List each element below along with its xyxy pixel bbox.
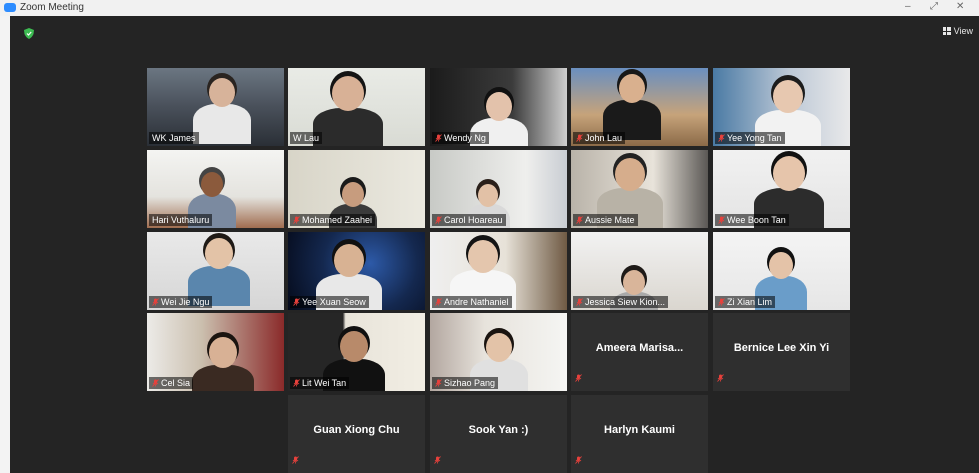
minimize-icon[interactable]: – (905, 1, 911, 12)
participant-name-tag: John Lau (573, 132, 626, 144)
participant-name: John Lau (585, 133, 623, 143)
participant-tile[interactable]: Cel Sia (147, 313, 284, 391)
participant-name: Cel Sia (161, 378, 191, 388)
participant-tile[interactable]: Lit Wei Tan (288, 313, 425, 391)
security-shield-icon[interactable] (24, 28, 34, 39)
participant-mic-status (575, 451, 582, 469)
title-bar: Zoom Meeting – ⤢ ✕ (0, 0, 979, 16)
mic-muted-icon (292, 456, 299, 464)
participant-tile[interactable]: Wee Boon Tan (713, 150, 850, 228)
participant-tile[interactable]: Wendy Ng (430, 68, 567, 146)
participant-name-tag: Zi Xian Lim (715, 296, 776, 308)
participant-tile[interactable]: Guan Xiong Chu (288, 395, 425, 473)
mic-muted-icon (435, 216, 442, 224)
mic-muted-icon (293, 216, 300, 224)
view-button[interactable]: View (942, 26, 973, 36)
mic-muted-icon (576, 134, 583, 142)
participant-name: Harlyn Kaumi (604, 424, 675, 436)
participant-name-tag: Aussie Mate (573, 214, 638, 226)
participant-name: Sizhao Pang (444, 378, 496, 388)
view-label: View (953, 26, 973, 36)
participant-name-tag: W Lau (290, 132, 323, 144)
mic-muted-icon (717, 374, 724, 382)
participant-tile[interactable]: Wei Jie Ngu (147, 232, 284, 310)
mic-muted-icon (718, 134, 725, 142)
mic-muted-icon (718, 298, 725, 306)
mic-muted-icon (718, 216, 725, 224)
participant-tile[interactable]: Mohamed Zaahei (288, 150, 425, 228)
participant-mic-status (575, 369, 582, 387)
participant-name: Guan Xiong Chu (313, 424, 400, 436)
participant-name: W Lau (293, 133, 320, 143)
participant-tile[interactable]: Bernice Lee Xin Yi (713, 313, 850, 391)
participant-name: Aussie Mate (585, 215, 635, 225)
participant-name: Mohamed Zaahei (302, 215, 373, 225)
participant-name: Hari Vuthaluru (152, 215, 210, 225)
zoom-app-icon (4, 3, 16, 12)
participant-name: Andre Nathaniel (444, 297, 509, 307)
participant-tile[interactable]: Hari Vuthaluru (147, 150, 284, 228)
participant-tile[interactable]: Yee Yong Tan (713, 68, 850, 146)
participant-name: Sook Yan :) (468, 424, 529, 436)
participant-name: Ameera Marisa... (595, 342, 684, 354)
participant-name: Yee Xuan Seow (302, 297, 366, 307)
participant-name: Wendy Ng (444, 133, 486, 143)
participant-name-tag: Carol Hoareau (432, 214, 506, 226)
mic-muted-icon (152, 379, 159, 387)
mic-muted-icon (435, 379, 442, 387)
mic-muted-icon (576, 216, 583, 224)
participant-name-tag: Yee Xuan Seow (290, 296, 369, 308)
participant-tile[interactable]: Zi Xian Lim (713, 232, 850, 310)
participant-mic-status (717, 369, 724, 387)
participant-tile[interactable]: Aussie Mate (571, 150, 708, 228)
participant-name-tag: Sizhao Pang (432, 377, 499, 389)
mic-muted-icon (575, 374, 582, 382)
participant-tile[interactable]: Harlyn Kaumi (571, 395, 708, 473)
participant-name-tag: Wei Jie Ngu (149, 296, 213, 308)
participant-tile[interactable]: Yee Xuan Seow (288, 232, 425, 310)
participant-mic-status (434, 451, 441, 469)
participant-name-tag: Mohamed Zaahei (290, 214, 376, 226)
participant-name-tag: WK James (149, 132, 199, 144)
participant-name: Wee Boon Tan (727, 215, 786, 225)
participant-tile[interactable]: Carol Hoareau (430, 150, 567, 228)
close-icon[interactable]: ✕ (956, 1, 964, 12)
participant-tile[interactable]: Andre Nathaniel (430, 232, 567, 310)
participant-name-tag: Wee Boon Tan (715, 214, 789, 226)
participant-name-tag: Hari Vuthaluru (149, 214, 213, 226)
participant-tile[interactable]: WK James (147, 68, 284, 146)
maximize-icon[interactable]: ⤢ (930, 1, 938, 12)
participant-name-tag: Yee Yong Tan (715, 132, 785, 144)
participant-name: Jessica Siew Kion... (585, 297, 666, 307)
grid-icon (942, 27, 951, 35)
participant-name: Bernice Lee Xin Yi (733, 342, 830, 354)
participant-name-tag: Andre Nathaniel (432, 296, 512, 308)
mic-muted-icon (152, 298, 159, 306)
participant-name-tag: Cel Sia (149, 377, 194, 389)
participant-name: WK James (152, 133, 196, 143)
mic-muted-icon (293, 379, 300, 387)
participant-tile[interactable]: W Lau (288, 68, 425, 146)
window-title: Zoom Meeting (20, 2, 84, 13)
participant-tile[interactable]: John Lau (571, 68, 708, 146)
mic-muted-icon (435, 134, 442, 142)
participant-name: Wei Jie Ngu (161, 297, 210, 307)
participant-name: Zi Xian Lim (727, 297, 773, 307)
participant-name-tag: Lit Wei Tan (290, 377, 350, 389)
participant-tile[interactable]: Ameera Marisa... (571, 313, 708, 391)
mic-muted-icon (575, 456, 582, 464)
participant-tile[interactable]: Sook Yan :) (430, 395, 567, 473)
participant-tile[interactable]: Sizhao Pang (430, 313, 567, 391)
participant-name-tag: Wendy Ng (432, 132, 489, 144)
participant-mic-status (292, 451, 299, 469)
participant-tile[interactable]: Jessica Siew Kion... (571, 232, 708, 310)
participant-name: Lit Wei Tan (302, 378, 347, 388)
mic-muted-icon (293, 298, 300, 306)
participant-name: Carol Hoareau (444, 215, 503, 225)
mic-muted-icon (435, 298, 442, 306)
participant-name: Yee Yong Tan (727, 133, 782, 143)
participant-name-tag: Jessica Siew Kion... (573, 296, 669, 308)
mic-muted-icon (434, 456, 441, 464)
mic-muted-icon (576, 298, 583, 306)
